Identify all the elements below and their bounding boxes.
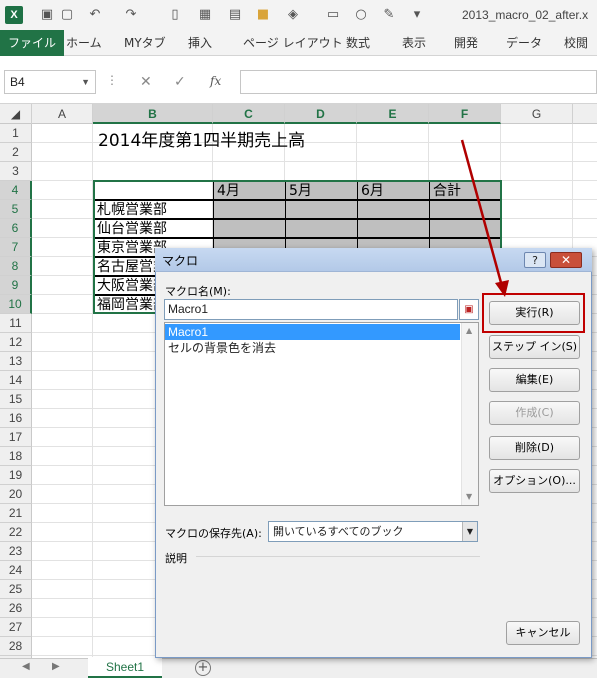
arrow-head <box>495 280 509 297</box>
annotation-arrow <box>460 139 509 297</box>
arrow-line <box>460 139 505 291</box>
